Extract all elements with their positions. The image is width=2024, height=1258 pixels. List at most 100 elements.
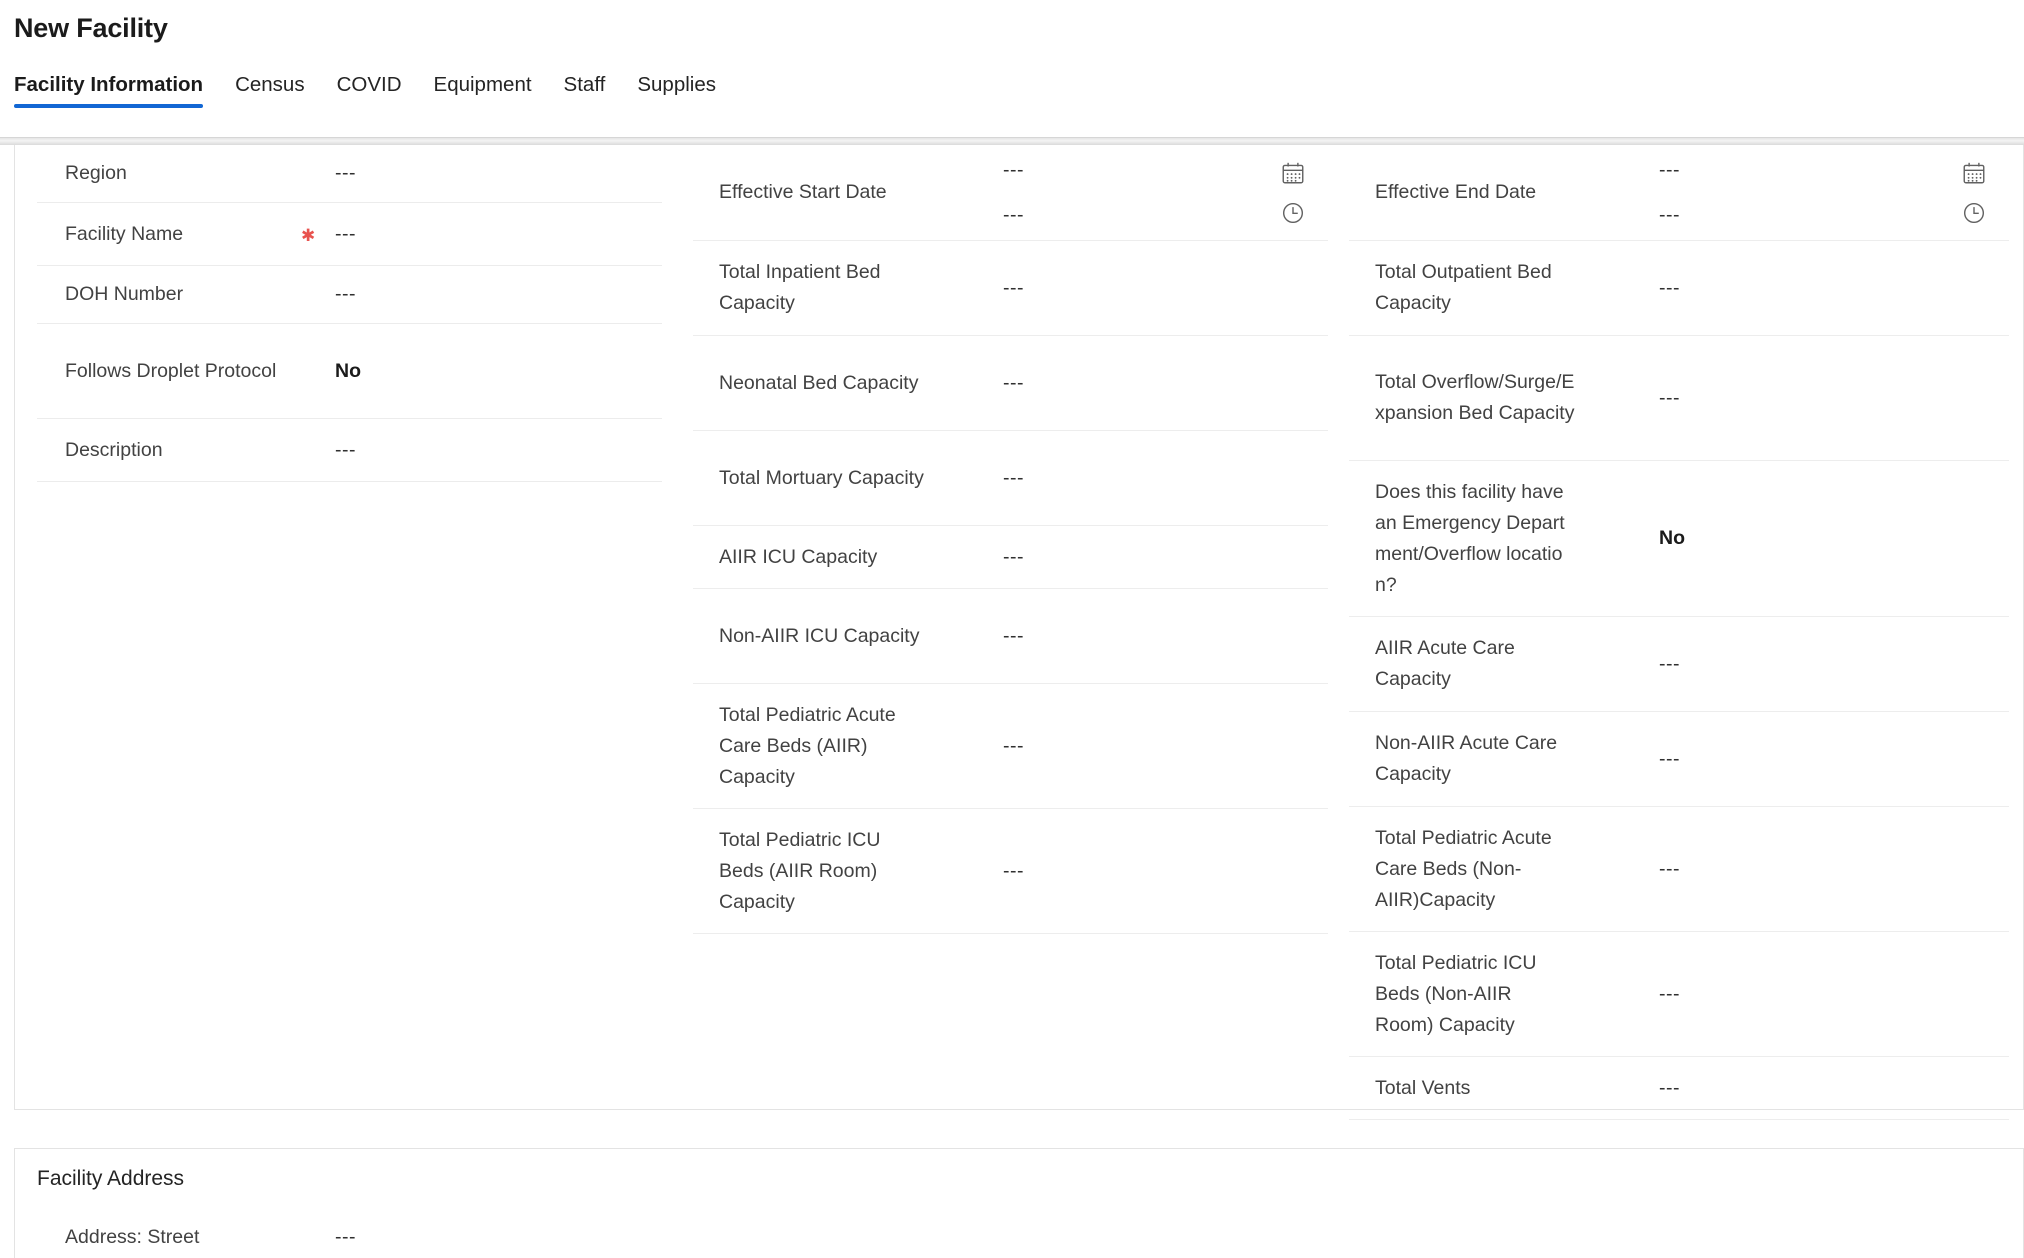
- field-value: No: [1659, 527, 1685, 549]
- field-value: ---: [1003, 624, 1024, 647]
- field-label: Address: Street: [65, 1226, 200, 1248]
- field-label: Total Overflow/Surge/Expansion Bed Capac…: [1375, 371, 1575, 424]
- tab-strip: Facility Information Census COVID Equipm…: [14, 73, 732, 108]
- field-label: Total Pediatric ICU Beds (AIIR Room) Cap…: [719, 828, 881, 913]
- field-total-pediatric-icu-beds-non-aiir-room-capacity[interactable]: Total Pediatric ICU Beds (Non-AIIR Room)…: [1349, 932, 2009, 1057]
- field-label: Total Pediatric Acute Care Beds (AIIR) C…: [719, 703, 896, 788]
- field-label: Effective End Date: [1375, 181, 1537, 203]
- clock-icon[interactable]: [1280, 200, 1306, 226]
- form-column-capacity-right: Effective End Date --- --- Total Outpati…: [1349, 145, 2009, 1120]
- form-column-general: Region --- Facility Name ✱ --- DOH Numbe…: [37, 145, 662, 482]
- field-label: AIIR Acute Care Capacity: [1375, 637, 1515, 690]
- field-label: Total Pediatric Acute Care Beds (Non-AII…: [1375, 826, 1552, 911]
- field-total-mortuary-capacity[interactable]: Total Mortuary Capacity ---: [693, 431, 1328, 526]
- field-follows-droplet-protocol[interactable]: Follows Droplet Protocol No: [37, 324, 662, 419]
- required-asterisk-icon: ✱: [301, 226, 316, 245]
- field-total-inpatient-bed-capacity[interactable]: Total Inpatient Bed Capacity ---: [693, 241, 1328, 336]
- field-total-overflow-surge-expansion-bed-capacity[interactable]: Total Overflow/Surge/Expansion Bed Capac…: [1349, 336, 2009, 461]
- field-has-emergency-department[interactable]: Does this facility have an Emergency Dep…: [1349, 461, 2009, 617]
- field-aiir-icu-capacity[interactable]: AIIR ICU Capacity ---: [693, 526, 1328, 589]
- datetime-values: --- ---: [1659, 145, 1680, 240]
- field-value: ---: [335, 1226, 356, 1248]
- field-value: ---: [1659, 1076, 1680, 1099]
- field-non-aiir-icu-capacity[interactable]: Non-AIIR ICU Capacity ---: [693, 589, 1328, 684]
- time-value: ---: [1003, 203, 1024, 226]
- field-label: Total Mortuary Capacity: [719, 466, 924, 489]
- field-value: ---: [1659, 747, 1680, 770]
- field-neonatal-bed-capacity[interactable]: Neonatal Bed Capacity ---: [693, 336, 1328, 431]
- tab-facility-information[interactable]: Facility Information: [14, 73, 219, 108]
- field-value: ---: [1659, 857, 1680, 880]
- calendar-icon[interactable]: [1280, 160, 1306, 186]
- tab-label: COVID: [336, 73, 402, 96]
- address-field-list: Address: Street ---: [37, 1209, 662, 1258]
- time-value: ---: [1659, 203, 1680, 226]
- field-value: No: [335, 359, 361, 382]
- field-label: Description: [65, 438, 163, 461]
- field-total-pediatric-acute-care-beds-aiir-capacity[interactable]: Total Pediatric Acute Care Beds (AIIR) C…: [693, 684, 1328, 809]
- datetime-icon-group: [1280, 145, 1306, 240]
- field-value: ---: [1659, 386, 1680, 409]
- field-doh-number[interactable]: DOH Number ---: [37, 266, 662, 324]
- field-total-vents[interactable]: Total Vents ---: [1349, 1057, 2009, 1120]
- datetime-icon-group: [1961, 145, 1987, 240]
- field-value: ---: [1003, 859, 1024, 882]
- field-label: Effective Start Date: [719, 181, 887, 203]
- facility-information-card: Region --- Facility Name ✱ --- DOH Numbe…: [14, 145, 2024, 1120]
- field-facility-name[interactable]: Facility Name ✱ ---: [37, 203, 662, 266]
- tab-covid[interactable]: COVID: [321, 73, 418, 108]
- datetime-values: --- ---: [1003, 145, 1024, 240]
- field-label: Non-AIIR ICU Capacity: [719, 624, 920, 647]
- field-effective-start-date[interactable]: Effective Start Date --- ---: [693, 145, 1328, 241]
- field-value: ---: [1003, 466, 1024, 489]
- field-value: ---: [335, 162, 356, 184]
- tab-label: Supplies: [637, 73, 716, 96]
- field-label: Facility Name: [65, 222, 184, 245]
- field-total-pediatric-acute-care-beds-non-aiir-capacity[interactable]: Total Pediatric Acute Care Beds (Non-AII…: [1349, 807, 2009, 932]
- field-value: ---: [335, 222, 356, 245]
- clock-icon[interactable]: [1961, 200, 1987, 226]
- field-description[interactable]: Description ---: [37, 419, 662, 482]
- field-label: Region: [65, 162, 127, 184]
- field-value: ---: [1003, 734, 1024, 757]
- field-aiir-acute-care-capacity[interactable]: AIIR Acute Care Capacity ---: [1349, 617, 2009, 712]
- field-label: DOH Number: [65, 283, 184, 305]
- field-value: ---: [1003, 371, 1024, 394]
- facility-address-card: Facility Address Address: Street ---: [14, 1148, 2024, 1258]
- field-value: ---: [335, 283, 356, 305]
- field-label: Does this facility have an Emergency Dep…: [1375, 480, 1565, 596]
- field-value: ---: [1659, 982, 1680, 1005]
- tab-label: Census: [235, 73, 305, 96]
- field-label: Total Outpatient Bed Capacity: [1375, 261, 1552, 314]
- form-column-capacity-left: Effective Start Date --- --- Total Inpat…: [693, 145, 1328, 934]
- field-region[interactable]: Region ---: [37, 145, 662, 203]
- horizontal-scrollbar[interactable]: [0, 137, 2024, 145]
- field-value: ---: [1659, 276, 1680, 299]
- field-address-street[interactable]: Address: Street ---: [37, 1209, 662, 1258]
- field-non-aiir-acute-care-capacity[interactable]: Non-AIIR Acute Care Capacity ---: [1349, 712, 2009, 807]
- field-value: ---: [1659, 652, 1680, 675]
- field-label: Non-AIIR Acute Care Capacity: [1375, 732, 1558, 785]
- tab-label: Facility Information: [14, 73, 204, 96]
- field-total-pediatric-icu-beds-aiir-room-capacity[interactable]: Total Pediatric ICU Beds (AIIR Room) Cap…: [693, 809, 1328, 934]
- tab-equipment[interactable]: Equipment: [418, 73, 548, 108]
- tab-label: Staff: [563, 73, 606, 96]
- facility-form-page: New Facility Facility Information Census…: [0, 0, 2024, 1258]
- field-label: Total Vents: [1375, 1076, 1471, 1099]
- tab-supplies[interactable]: Supplies: [621, 73, 732, 108]
- field-label: Follows Droplet Protocol: [65, 359, 277, 382]
- calendar-icon[interactable]: [1961, 160, 1987, 186]
- date-value: ---: [1003, 158, 1024, 181]
- field-total-outpatient-bed-capacity[interactable]: Total Outpatient Bed Capacity ---: [1349, 241, 2009, 336]
- tab-staff[interactable]: Staff: [548, 73, 622, 108]
- field-label: Total Pediatric ICU Beds (Non-AIIR Room)…: [1375, 951, 1537, 1036]
- page-title: New Facility: [14, 13, 168, 43]
- field-effective-end-date[interactable]: Effective End Date --- ---: [1349, 145, 2009, 241]
- field-value: ---: [1003, 276, 1024, 299]
- field-label: Total Inpatient Bed Capacity: [719, 261, 881, 314]
- facility-address-title: Facility Address: [37, 1167, 185, 1190]
- tab-census[interactable]: Census: [219, 73, 321, 108]
- tab-label: Equipment: [433, 73, 532, 96]
- field-value: ---: [335, 438, 356, 461]
- field-label: AIIR ICU Capacity: [719, 545, 878, 568]
